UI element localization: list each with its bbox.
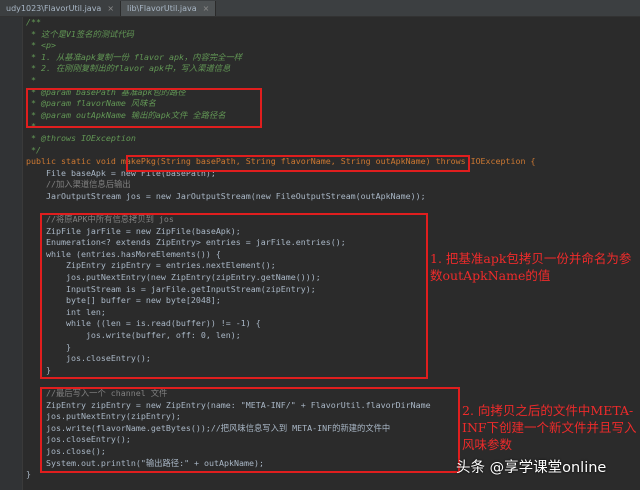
line-gutter <box>0 17 23 490</box>
watermark: 头条 @享学课堂online <box>456 460 607 476</box>
highlight-box-copy-loop <box>40 213 428 379</box>
code-line: * 这个是V1签名的测试代码 <box>26 28 134 39</box>
code-line: * @throws IOException <box>26 132 136 143</box>
tab-flavorutil-lib[interactable]: lib\FlavorUtil.java × <box>121 1 217 16</box>
code-line: * 1. 从基准apk复制一份 flavor apk，内容完全一样 <box>26 51 243 62</box>
annotation-note-2: 2. 向拷贝之后的文件中META-INF下创建一个新文件并且写入风味参数 <box>462 403 637 452</box>
tab-label: lib\FlavorUtil.java <box>127 4 197 13</box>
highlight-box-method-name <box>126 155 470 172</box>
code-line: //加入渠道信息后输出 <box>26 179 131 190</box>
code-line: * <box>26 74 36 85</box>
tab-label: udy1023\FlavorUtil.java <box>6 4 102 13</box>
close-icon[interactable]: × <box>203 4 210 13</box>
close-icon[interactable]: × <box>107 4 114 13</box>
tab-flavorutil-study[interactable]: udy1023\FlavorUtil.java × <box>0 1 122 16</box>
highlight-box-channel-write <box>40 387 460 473</box>
code-line: * 2. 在刚刚复制出的flavor apk中，写入渠道信息 <box>26 63 231 74</box>
code-line: * <p> <box>26 40 56 51</box>
code-line: /** <box>26 17 41 27</box>
code-line: JarOutputStream jos = new JarOutputStrea… <box>26 190 426 201</box>
editor-tab-bar: udy1023\FlavorUtil.java × lib\FlavorUtil… <box>0 0 640 17</box>
highlight-box-params <box>26 88 262 128</box>
annotation-note-1: 1. 把基准apk包拷贝一份并命名为参数outApkName的值 <box>430 251 632 283</box>
